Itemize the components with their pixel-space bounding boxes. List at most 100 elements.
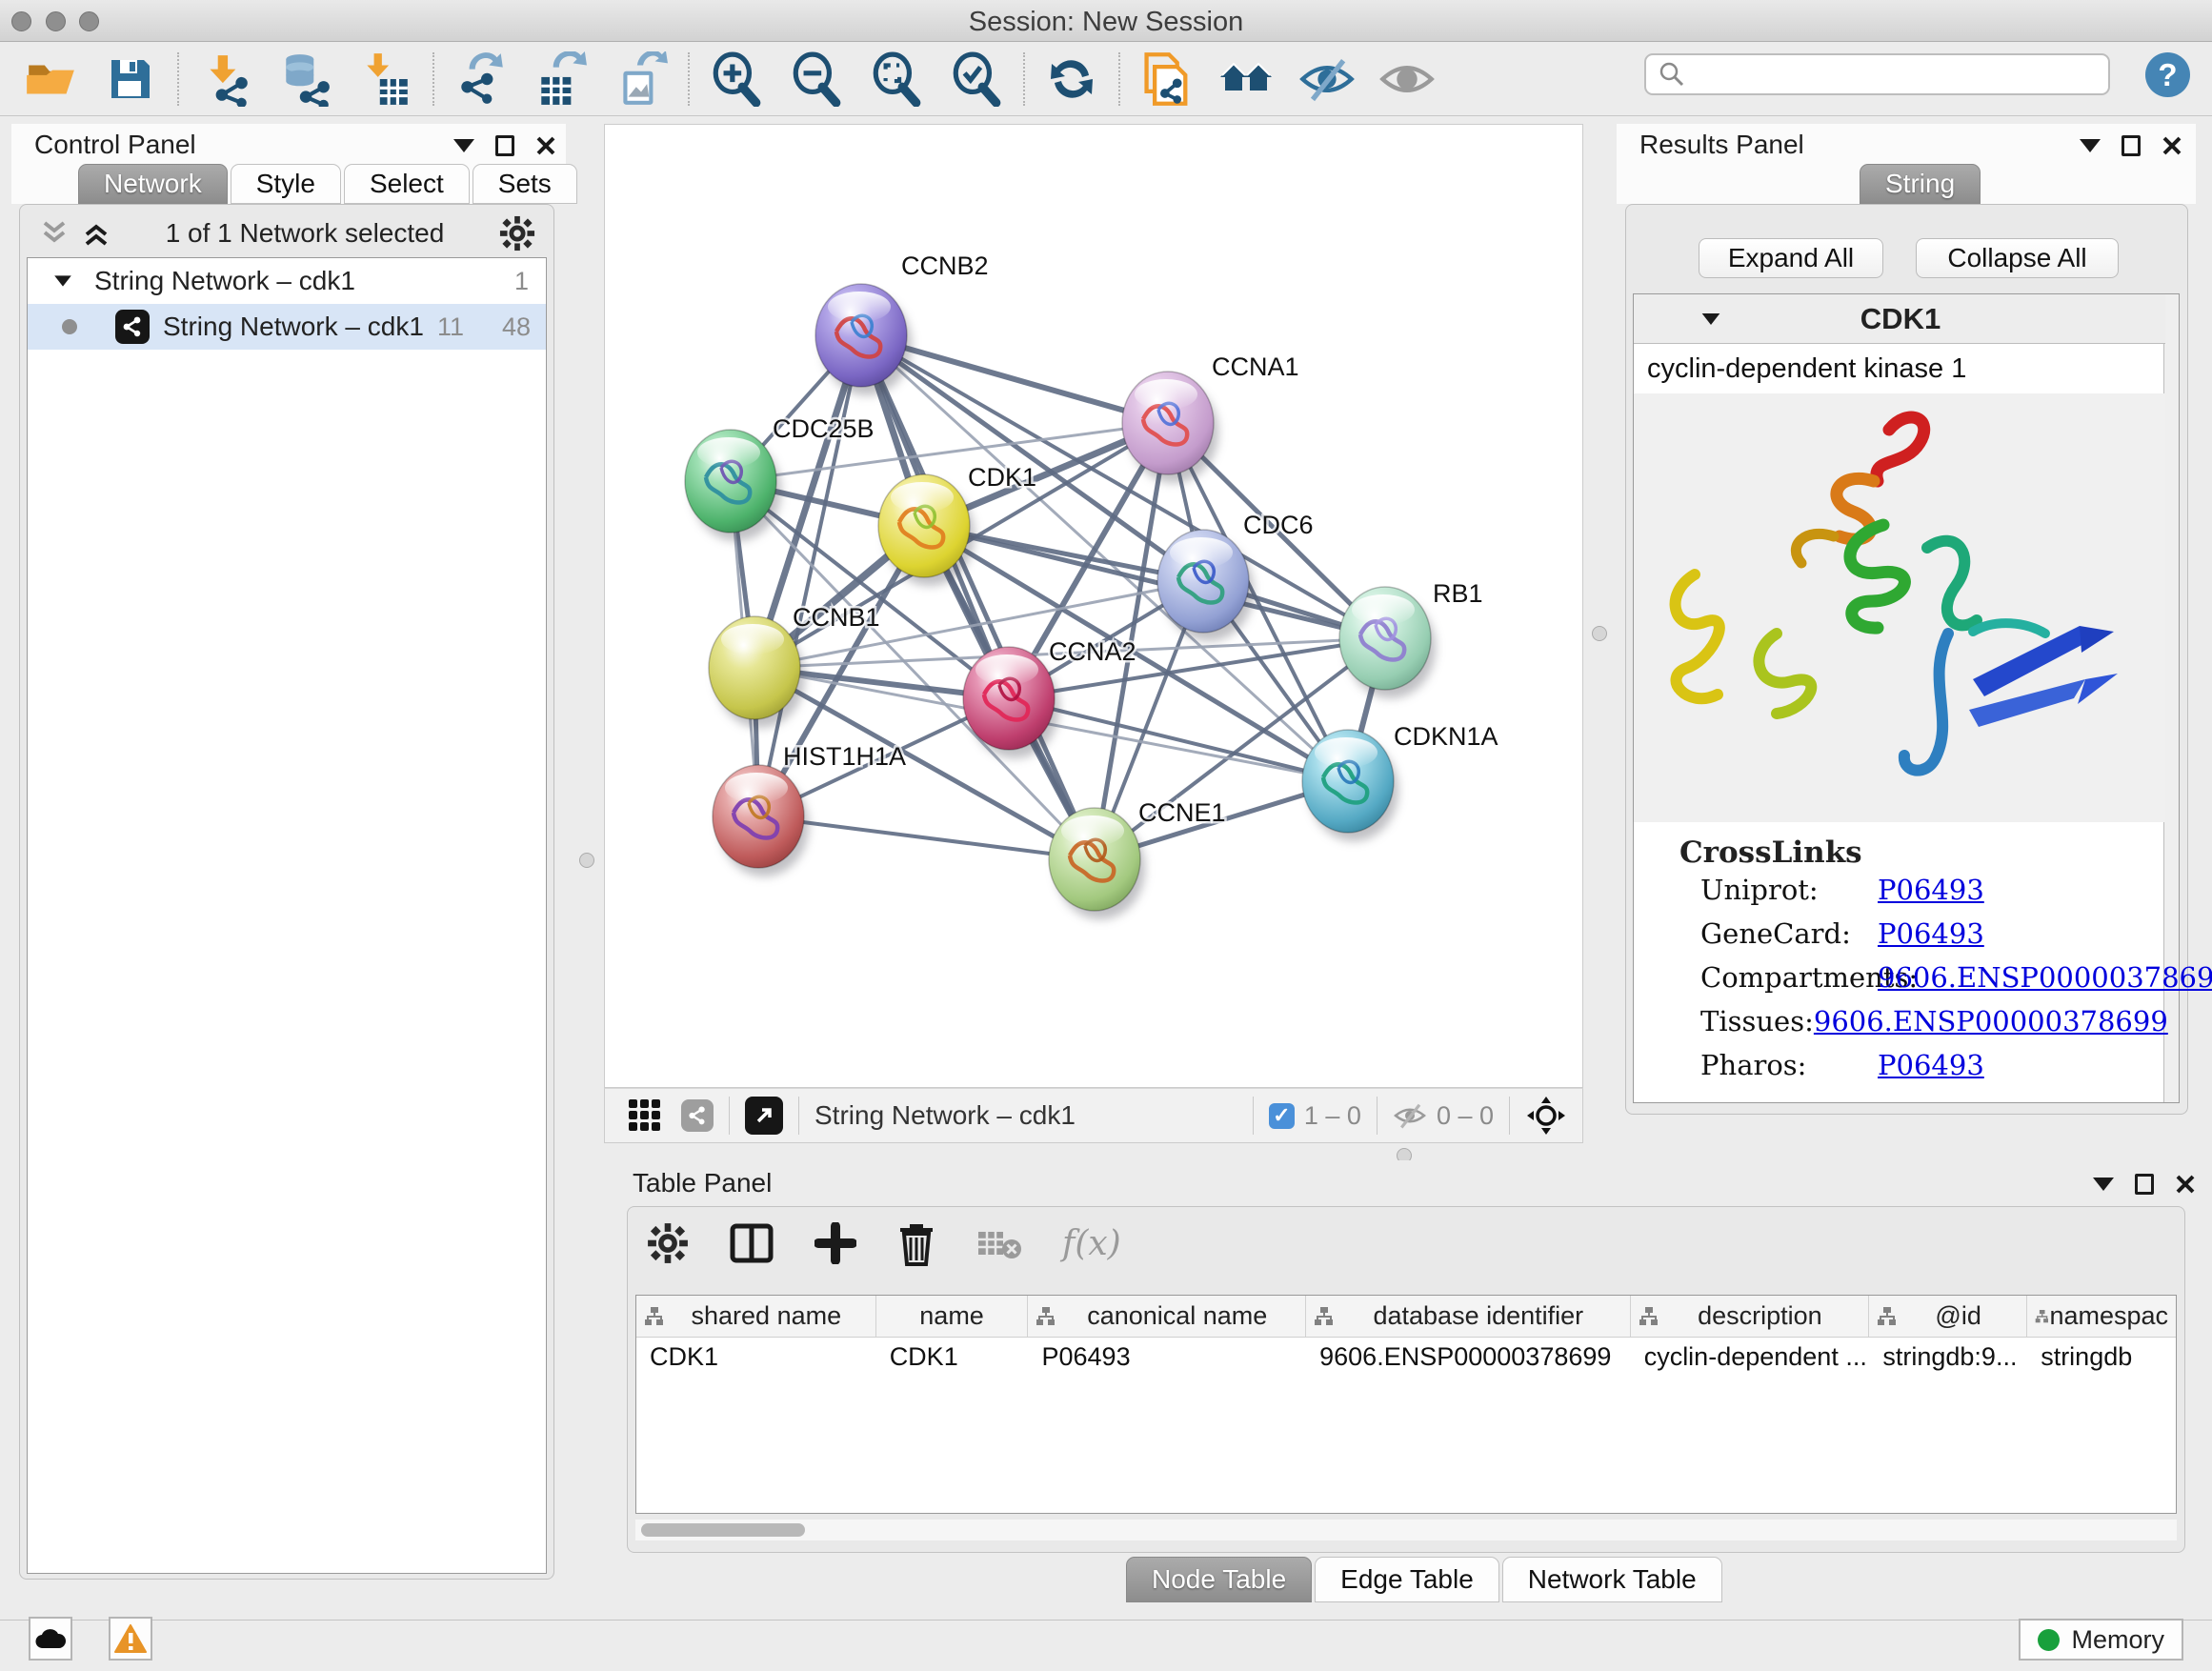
network-node-cdc6[interactable] (1157, 530, 1254, 641)
column-header-database-identifier[interactable]: database identifier (1306, 1296, 1631, 1337)
table-horizontal-scrollbar[interactable] (635, 1520, 2177, 1540)
genecard-link[interactable]: P06493 (1878, 917, 1984, 950)
network-node-cdk1[interactable] (878, 474, 975, 586)
delete-column-trash-icon[interactable] (896, 1220, 936, 1266)
panel-menu-caret-icon[interactable] (453, 139, 474, 152)
help-button[interactable]: ? (2145, 52, 2190, 97)
expand-all-chevron-icon[interactable] (82, 221, 111, 246)
column-header-name[interactable]: name (876, 1296, 1029, 1337)
panel-maximize-button[interactable] (2135, 1174, 2154, 1195)
column-header-description[interactable]: description (1631, 1296, 1870, 1337)
compartments-link[interactable]: 9606.ENSP00000378699 (1878, 961, 2212, 994)
export-image-icon (613, 51, 669, 107)
column-header-shared-name[interactable]: shared name (636, 1296, 876, 1337)
left-splitter-handle[interactable] (579, 853, 594, 868)
network-node-hist1h1a[interactable] (713, 765, 809, 876)
import-network-from-database-button[interactable] (276, 50, 335, 109)
network-node-rb1[interactable] (1339, 587, 1436, 698)
hide-selected-button[interactable] (1297, 50, 1357, 109)
gene-collapse-caret-icon[interactable] (1702, 313, 1720, 325)
panel-close-button[interactable] (2162, 135, 2182, 156)
refresh-icon (1045, 52, 1098, 106)
node-label-rb1: RB1 (1433, 579, 1483, 608)
collapse-all-button[interactable]: Collapse All (1916, 238, 2119, 278)
refresh-view-button[interactable] (1042, 50, 1101, 109)
table-panel-header: Table Panel (615, 1160, 2196, 1206)
table-settings-gear-icon[interactable] (647, 1222, 689, 1264)
zoom-out-button[interactable] (787, 50, 846, 109)
grid-view-icon[interactable] (628, 1098, 662, 1133)
export-table-button[interactable] (532, 50, 591, 109)
cloud-status-button[interactable] (29, 1617, 72, 1661)
network-node-cdc25b[interactable] (685, 430, 781, 541)
string-view-icon[interactable] (681, 1099, 714, 1132)
save-session-button[interactable] (101, 50, 160, 109)
memory-status-dot-icon (2038, 1629, 2060, 1651)
tab-sets[interactable]: Sets (473, 164, 577, 204)
open-in-new-window-icon[interactable] (745, 1097, 783, 1135)
first-neighbors-button[interactable] (1217, 50, 1277, 109)
export-network-button[interactable] (452, 50, 511, 109)
tab-network-table[interactable]: Network Table (1502, 1557, 1722, 1602)
tab-network[interactable]: Network (78, 164, 228, 204)
import-table-button[interactable] (356, 50, 415, 109)
expand-all-button[interactable]: Expand All (1699, 238, 1883, 278)
search-box[interactable] (1644, 53, 2110, 95)
add-column-plus-icon[interactable] (814, 1222, 856, 1264)
tree-expand-caret-icon[interactable] (54, 275, 71, 286)
memory-button[interactable]: Memory (2019, 1619, 2183, 1661)
network-row[interactable]: String Network – cdk1 11 48 (28, 304, 546, 350)
panel-maximize-button[interactable] (495, 135, 514, 156)
panel-menu-caret-icon[interactable] (2093, 1178, 2114, 1191)
show-columns-icon[interactable] (729, 1220, 774, 1266)
network-collection-row[interactable]: String Network – cdk1 1 (28, 258, 546, 304)
node-label-cdc6: CDC6 (1243, 511, 1314, 539)
selected-checkbox-icon[interactable]: ✓ (1269, 1103, 1295, 1129)
search-input[interactable] (1686, 60, 2086, 90)
zoom-fit-button[interactable] (867, 50, 926, 109)
show-all-button[interactable] (1377, 50, 1437, 109)
zoom-in-button[interactable] (707, 50, 766, 109)
tab-edge-table[interactable]: Edge Table (1315, 1557, 1499, 1602)
tab-string[interactable]: String (1860, 164, 1981, 204)
network-edge (758, 816, 1095, 859)
tab-node-table[interactable]: Node Table (1126, 1557, 1312, 1602)
table-row[interactable]: CDK1 CDK1 P06493 9606.ENSP00000378699 cy… (636, 1338, 2176, 1379)
network-node-ccnb2[interactable] (815, 284, 912, 395)
tab-style[interactable]: Style (231, 164, 341, 204)
column-header-namespace[interactable]: namespac (2027, 1296, 2176, 1337)
collapse-all-chevron-icon[interactable] (40, 221, 69, 246)
network-canvas[interactable]: CCNB2CCNA1CDC25BCDK1CDC6RB1CCNB1CCNA2CDK… (604, 124, 1583, 1088)
warnings-button[interactable] (109, 1617, 152, 1661)
import-network-button[interactable] (196, 50, 255, 109)
network-node-ccna2[interactable] (963, 647, 1059, 758)
hidden-count: 0 – 0 (1437, 1101, 1494, 1131)
hidden-eye-icon[interactable] (1393, 1101, 1427, 1130)
tissues-link[interactable]: 9606.ENSP00000378699 (1814, 1005, 2168, 1037)
zoom-selected-button[interactable] (947, 50, 1006, 109)
node-label-cdkn1a: CDKN1A (1394, 722, 1498, 751)
collection-label: String Network – cdk1 (94, 266, 355, 296)
network-node-ccne1[interactable] (1049, 808, 1145, 919)
column-header-canonical-name[interactable]: canonical name (1028, 1296, 1306, 1337)
open-session-button[interactable] (21, 50, 80, 109)
scrollbar-thumb[interactable] (641, 1523, 805, 1537)
tab-select[interactable]: Select (344, 164, 470, 204)
right-splitter-handle[interactable] (1592, 626, 1607, 641)
network-options-gear-icon[interactable] (499, 215, 535, 252)
function-builder-icon[interactable]: f(x) (1062, 1224, 1121, 1263)
delete-table-icon[interactable] (976, 1226, 1022, 1260)
uniprot-link[interactable]: P06493 (1878, 874, 1984, 906)
panel-close-button[interactable] (2175, 1174, 2196, 1195)
panel-maximize-button[interactable] (2122, 135, 2141, 156)
pharos-link[interactable]: P06493 (1878, 1049, 1984, 1081)
export-image-button[interactable] (612, 50, 671, 109)
column-header-id[interactable]: @id (1869, 1296, 2027, 1337)
network-node-ccna1[interactable] (1122, 372, 1218, 483)
panel-close-button[interactable] (535, 135, 556, 156)
gene-header-row[interactable]: CDK1 (1634, 294, 2165, 344)
string-protein-query-button[interactable] (1137, 50, 1196, 109)
birds-eye-navigator-icon[interactable] (1525, 1095, 1567, 1137)
network-node-cdkn1a[interactable] (1302, 730, 1398, 841)
panel-menu-caret-icon[interactable] (2080, 139, 2101, 152)
